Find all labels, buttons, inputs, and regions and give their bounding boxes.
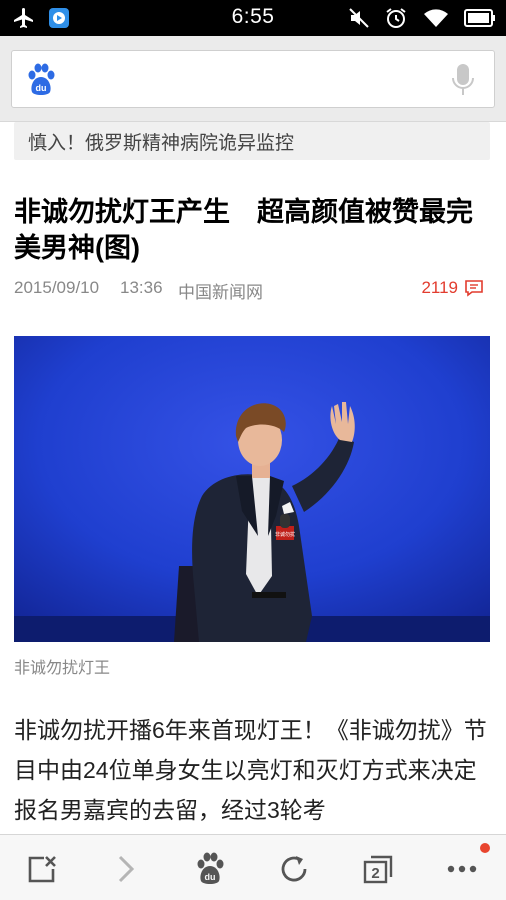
notification-dot xyxy=(480,843,490,853)
article-view: 慎入！俄罗斯精神病院诡异监控 非诚勿扰灯王产生 超高颜值被赞最完美男神(图) 2… xyxy=(0,122,506,834)
article-source: 中国新闻网 xyxy=(178,283,263,302)
search-bar: du xyxy=(0,36,506,122)
baidu-home-logo-text: du xyxy=(205,872,216,882)
forward-icon xyxy=(118,855,135,883)
mic-badge-text: 非诚勿扰 xyxy=(275,531,295,538)
article-body: 非诚勿扰开播6年来首现灯王！《非诚勿扰》节目中由24位单身女生以亮灯和灭灯方式来… xyxy=(14,717,487,823)
article-meta: 2015/09/10 13:36 中国新闻网 2119 xyxy=(14,278,490,302)
previous-article-snippet[interactable]: 慎入！俄罗斯精神病院诡异监控 xyxy=(14,122,490,160)
comment-icon xyxy=(465,280,483,297)
baidu-logo-text: du xyxy=(36,83,47,93)
alarm-icon xyxy=(386,8,406,28)
refresh-button[interactable] xyxy=(274,849,314,889)
article-image[interactable]: 非诚勿扰 xyxy=(14,336,490,642)
wifi-icon xyxy=(424,9,448,27)
refresh-icon xyxy=(281,856,307,882)
baidu-home-button[interactable]: du xyxy=(190,849,230,889)
image-caption: 非诚勿扰灯王 xyxy=(14,660,111,677)
article-date: 2015/09/10 xyxy=(14,278,100,297)
forward-button[interactable] xyxy=(106,849,146,889)
article-title: 非诚勿扰灯王产生 超高颜值被赞最完美男神(图) xyxy=(14,197,473,263)
close-page-button[interactable] xyxy=(22,849,62,889)
stage-photo: 非诚勿扰 xyxy=(14,336,490,642)
status-bar: 6:55 xyxy=(0,0,506,36)
mute-icon xyxy=(349,8,369,28)
comment-count-button[interactable]: 2119 xyxy=(421,278,484,298)
more-icon xyxy=(447,865,477,873)
battery-icon xyxy=(464,9,495,27)
tabs-count: 2 xyxy=(371,865,379,882)
microphone-icon[interactable] xyxy=(450,63,476,97)
close-page-icon xyxy=(28,856,56,883)
more-button[interactable] xyxy=(442,849,482,889)
comment-count: 2119 xyxy=(421,278,458,297)
baidu-home-icon: du xyxy=(197,852,224,884)
baidu-paw-icon: du xyxy=(28,63,55,95)
article-time: 13:36 xyxy=(120,278,163,297)
search-input[interactable]: du xyxy=(11,50,495,108)
bottom-toolbar: du 2 xyxy=(0,834,506,900)
tabs-button[interactable]: 2 xyxy=(358,849,398,889)
tabs-icon: 2 xyxy=(363,855,393,884)
